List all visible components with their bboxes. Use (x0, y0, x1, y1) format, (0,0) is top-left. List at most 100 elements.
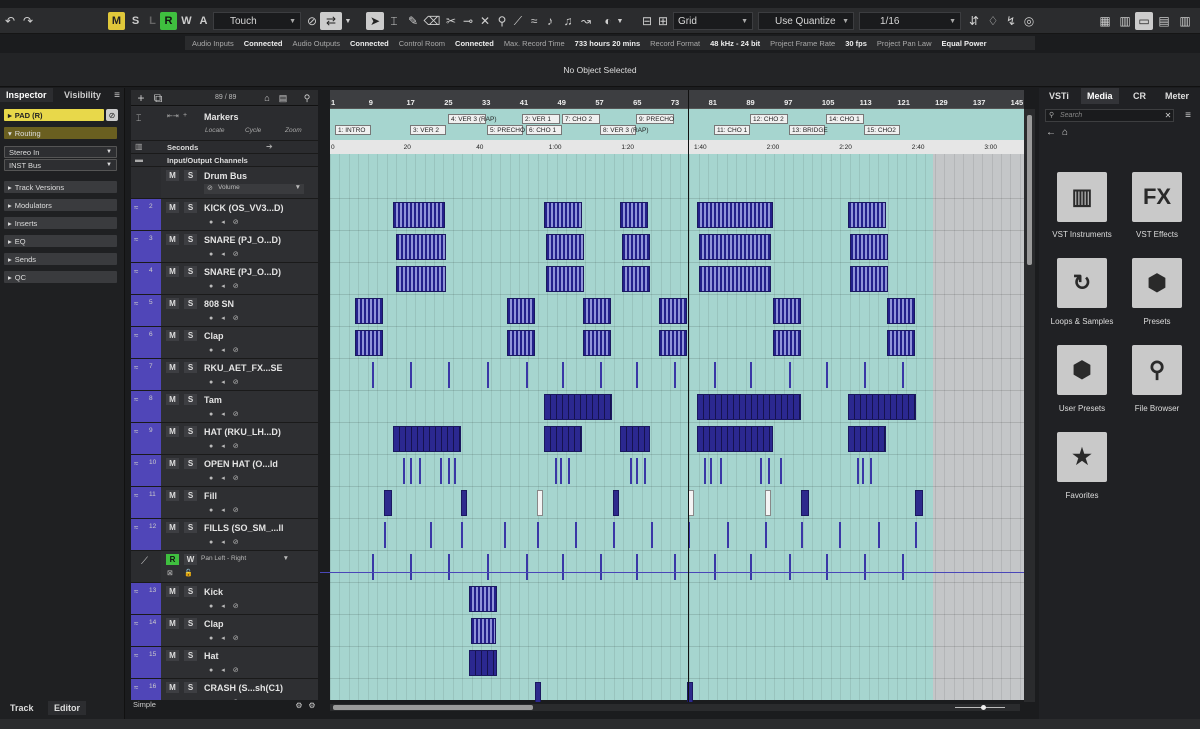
audio-event[interactable] (674, 554, 676, 580)
lower-zone-icon[interactable]: ▤ (1156, 12, 1172, 30)
track-row[interactable]: 15 ≈ M S Hat ●◂⊘ (131, 647, 318, 679)
settings-icon[interactable]: ⚙ (292, 700, 306, 710)
track-name[interactable]: CRASH (S...sh(C1) (204, 683, 283, 693)
audio-event[interactable] (915, 490, 923, 516)
audio-event[interactable] (393, 426, 461, 452)
audio-event[interactable] (546, 266, 584, 292)
zoom-slider-handle[interactable] (981, 705, 986, 710)
audio-event[interactable] (544, 394, 612, 420)
track-row[interactable]: 14 ≈ M S Clap ●◂⊘ (131, 615, 318, 647)
audio-event[interactable] (720, 458, 722, 484)
track-name[interactable]: HAT (RKU_LH...D) (204, 427, 281, 437)
audio-event[interactable] (544, 426, 582, 452)
track-controls[interactable]: ●◂⊘ (209, 410, 247, 418)
tile-label-user-presets[interactable]: User Presets (1042, 404, 1122, 413)
audio-event[interactable] (773, 330, 801, 356)
audio-event[interactable] (384, 522, 386, 548)
file-browser-icon[interactable]: ⚲ (1132, 345, 1182, 395)
track-name[interactable]: FILLS (SO_SM_...ll (204, 523, 284, 533)
audio-event[interactable] (636, 458, 638, 484)
audio-event[interactable] (410, 554, 412, 580)
quantize-mode-dropdown[interactable]: Use Quantize ▼ (758, 12, 854, 30)
vertical-scroll-thumb[interactable] (1027, 115, 1032, 265)
marker-flag[interactable]: 8: VER 3 (RAP) (600, 125, 649, 135)
audio-event[interactable] (396, 234, 446, 260)
track-controls[interactable]: ●◂⊘ (209, 282, 247, 290)
audio-event[interactable] (600, 554, 602, 580)
mute-button[interactable]: M (166, 650, 179, 661)
audio-event[interactable] (839, 522, 841, 548)
simple-label[interactable]: Simple (133, 700, 156, 709)
mute-button[interactable]: M (166, 586, 179, 597)
audio-event[interactable] (878, 522, 880, 548)
color-tool-icon[interactable]: ◐ (600, 12, 616, 30)
snap-type-dropdown[interactable]: Grid ▼ (673, 12, 753, 30)
audio-event[interactable] (535, 682, 541, 702)
window-layout-icon[interactable]: ▭ (1135, 12, 1153, 30)
audio-event[interactable] (636, 362, 638, 388)
tab-inspector[interactable]: Inspector (0, 88, 53, 102)
track-controls[interactable]: ●◂⊘ (209, 218, 247, 226)
tab-meter[interactable]: Meter (1159, 88, 1195, 104)
time-warp-tool-icon[interactable]: ≈ (526, 12, 542, 30)
audio-event[interactable] (760, 458, 762, 484)
audio-event[interactable] (448, 362, 450, 388)
audio-event[interactable] (848, 394, 916, 420)
solo-button[interactable]: S (184, 170, 197, 181)
constrain-icon[interactable]: ⊘ (305, 12, 319, 30)
audio-event[interactable] (562, 554, 564, 580)
inspector-track-name[interactable]: ▸ PAD (R) (4, 109, 104, 121)
tab-vsti[interactable]: VSTi (1043, 88, 1075, 104)
marker-nav-icon[interactable]: ⇤⇥ (167, 112, 179, 120)
chevron-down-icon[interactable]: ▼ (616, 12, 624, 30)
track-controls[interactable]: ●◂⊘ (209, 442, 247, 450)
audio-event[interactable] (537, 522, 539, 548)
tab-editor[interactable]: Editor (48, 701, 86, 715)
tile-label-loops-samples[interactable]: Loops & Samples (1042, 317, 1122, 326)
audio-event[interactable] (613, 522, 615, 548)
track-controls[interactable]: ●◂⊘ (209, 314, 247, 322)
track-name[interactable]: KICK (OS_VV3...D) (204, 203, 284, 213)
audio-event[interactable] (583, 298, 611, 324)
scissors-tool-icon[interactable]: ✂ (443, 12, 459, 30)
track-name[interactable]: Clap (204, 619, 224, 629)
audio-event[interactable] (850, 266, 888, 292)
audio-event[interactable] (789, 554, 791, 580)
bypass-icon[interactable]: ⊠ (167, 569, 173, 577)
presets-icon[interactable]: ⬢ (1132, 258, 1182, 308)
track-controls[interactable]: ●◂⊘ (209, 698, 247, 700)
audio-event[interactable] (651, 522, 653, 548)
back-arrow-icon[interactable]: ← (1045, 126, 1057, 138)
comp-tool-icon[interactable]: ↝ (578, 12, 594, 30)
solo-button[interactable]: S (184, 618, 197, 629)
mute-button[interactable]: M (166, 330, 179, 341)
mute-button[interactable]: M (166, 170, 179, 181)
audio-event[interactable] (870, 458, 872, 484)
read-button[interactable]: R (166, 554, 179, 565)
automation-a-button[interactable]: A (195, 12, 212, 30)
undo-icon[interactable]: ↶ (2, 12, 18, 30)
automation-lane-row[interactable]: ⟋ R W Pan Left - Right ▼ ⊠ 🔓 (131, 551, 318, 583)
audio-event[interactable] (504, 522, 506, 548)
track-row[interactable]: 13 ≈ M S Kick ●◂⊘ (131, 583, 318, 615)
audio-event[interactable] (674, 362, 676, 388)
event-display[interactable]: 1 9 17 25 33 41 49 57 65 73 81 89 97 105 113 121 129 137 1… (320, 90, 1035, 702)
track-row[interactable]: M S Drum Bus Volume ▼ ⊘ (131, 167, 318, 199)
move-insert-icon[interactable]: ♢ (985, 12, 1001, 30)
horizontal-scrollbar[interactable] (330, 704, 1020, 711)
solo-mode-button[interactable]: S (127, 12, 144, 30)
audio-event[interactable] (546, 234, 584, 260)
solo-button[interactable]: S (184, 490, 197, 501)
drumstick-tool-icon[interactable]: ♪ (542, 12, 558, 30)
audio-event[interactable] (461, 490, 467, 516)
automation-line[interactable] (320, 572, 1024, 573)
audio-event[interactable] (773, 298, 801, 324)
tile-label-presets[interactable]: Presets (1117, 317, 1197, 326)
audio-event[interactable] (620, 202, 648, 228)
write-button[interactable]: W (184, 554, 197, 565)
track-name[interactable]: SNARE (PJ_O...D) (204, 235, 281, 245)
audio-event[interactable] (487, 554, 489, 580)
audio-event[interactable] (469, 650, 497, 676)
audio-event[interactable] (600, 362, 602, 388)
vst-effects-icon[interactable]: FX (1132, 172, 1182, 222)
